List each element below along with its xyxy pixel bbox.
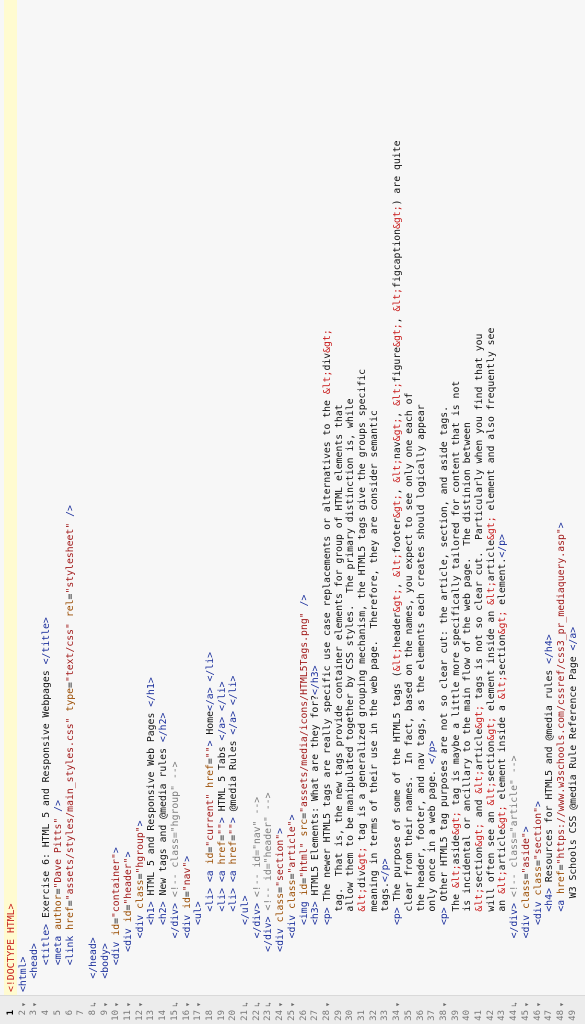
current-line-highlight (4, 0, 17, 1024)
fold-toggle-icon[interactable]: ▾ (391, 1002, 404, 1007)
code-lines[interactable]: <!DOCTYPE HTML> <html> <head> <title> Exerc… (0, 0, 585, 1024)
code-line[interactable]: <div id="nav"> (181, 856, 194, 939)
code-line[interactable]: <link href="assets/styles/main_styles.cs… (64, 505, 77, 965)
fold-toggle-icon[interactable]: ▾ (286, 1002, 299, 1007)
code-editor[interactable]: <!DOCTYPE HTML> <html> <head> <title> Exerc… (0, 0, 585, 1024)
line-number-gutter: 1 2 ▾ 3 ▾ 4 5 6 7 8 ↳ 9 ▾ 10 ▾ 11 ▾ 12 ▾ 13 14 15 ↳ 16 ▾ 17 ▾ 18 19 2… (0, 995, 585, 1024)
fold-toggle-icon[interactable]: ▾ (438, 1002, 451, 1007)
fold-toggle-icon[interactable]: ▾ (555, 1002, 568, 1007)
fold-toggle-icon[interactable]: ▾ (28, 1002, 41, 1007)
fold-toggle-icon[interactable]: ▾ (192, 1002, 205, 1007)
fold-toggle-icon[interactable]: ▾ (134, 1002, 147, 1007)
code-line[interactable]: <li> <a href=""> @media Rules </a> </li> (227, 676, 240, 912)
code-line[interactable]: W3 Schools CSS @media Rule Reference Pag… (567, 627, 580, 898)
code-line[interactable]: meaning in terms of their use in the web… (368, 410, 381, 911)
line-number: 49 (567, 1010, 578, 1021)
fold-toggle-icon[interactable]: ▾ (321, 1002, 334, 1007)
fold-toggle-icon[interactable]: ▾ (532, 1002, 545, 1007)
